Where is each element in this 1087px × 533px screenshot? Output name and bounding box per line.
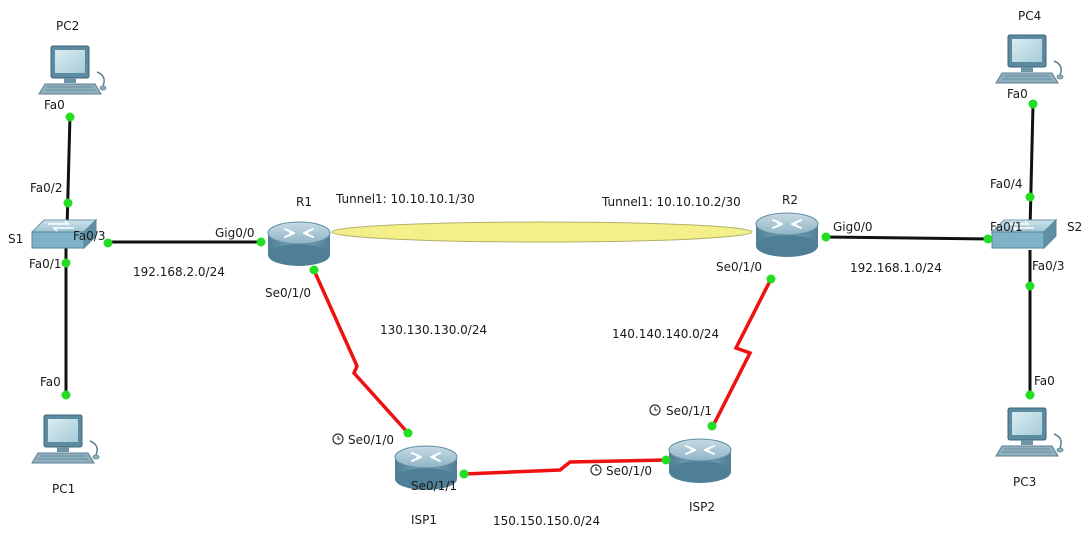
port-dot (983, 234, 993, 244)
tunnel-label-r1: Tunnel1: 10.10.10.1/30 (335, 192, 475, 206)
port-label: Se0/1/0 (348, 433, 394, 447)
port-dot (1025, 281, 1035, 291)
pc2-icon[interactable] (38, 45, 107, 95)
port-label: Fa0/4 (990, 177, 1022, 191)
device-label-s1: S1 (8, 232, 23, 246)
port-label: Fa0 (1034, 374, 1055, 388)
port-label: Se0/1/0 (265, 286, 311, 300)
serial-link-isp2-r2[interactable] (710, 278, 773, 429)
device-label-pc2: PC2 (56, 19, 79, 33)
network-label-wan3: 150.150.150.0/24 (493, 514, 600, 528)
port-dot (1025, 192, 1035, 202)
port-label: Gig0/0 (833, 220, 873, 234)
port-label: Fa0 (40, 375, 61, 389)
pc4-icon[interactable] (995, 34, 1064, 84)
port-label: Se0/1/0 (716, 260, 762, 274)
device-label-pc1: PC1 (52, 482, 75, 496)
port-dot (766, 274, 776, 284)
port-label: Se0/1/1 (666, 404, 712, 418)
device-label-pc3: PC3 (1013, 475, 1036, 489)
network-topology-diagram: PC2 PC1 PC4 PC3 S1 S2 R1 R2 ISP1 ISP2 Fa… (0, 0, 1087, 533)
network-label-wan2: 140.140.140.0/24 (612, 327, 719, 341)
router-isp2-icon[interactable] (668, 438, 732, 484)
port-label: Fa0 (1007, 87, 1028, 101)
link-pc2-s1[interactable] (65, 114, 72, 231)
port-dot (459, 469, 469, 479)
port-label: Se0/1/0 (606, 464, 652, 478)
port-label: Fa0/3 (73, 229, 105, 243)
clock-icon (332, 433, 344, 445)
port-label: Fa0/1 (990, 220, 1022, 234)
port-label: Fa0/2 (30, 181, 62, 195)
port-label: Se0/1/1 (411, 479, 457, 493)
port-dot (1028, 99, 1038, 109)
network-label-lan2: 192.168.1.0/24 (850, 261, 942, 275)
network-label-wan1: 130.130.130.0/24 (380, 323, 487, 337)
port-dot (707, 421, 717, 431)
device-label-s2: S2 (1067, 220, 1082, 234)
port-label: Fa0/1 (29, 257, 61, 271)
tunnel-label-r2: Tunnel1: 10.10.10.2/30 (601, 195, 741, 209)
port-label: Gig0/0 (215, 226, 255, 240)
link-pc4-s2[interactable] (1028, 104, 1035, 231)
clock-icon (649, 404, 661, 416)
network-label-lan1: 192.168.2.0/24 (133, 265, 225, 279)
port-dot (63, 198, 73, 208)
port-label: Fa0/3 (1032, 259, 1064, 273)
serial-link-r1-isp1[interactable] (311, 267, 410, 435)
device-label-pc4: PC4 (1018, 9, 1041, 23)
port-dot (661, 455, 671, 465)
device-label-r1: R1 (296, 195, 312, 209)
pc3-icon[interactable] (995, 407, 1064, 457)
port-label: Fa0 (44, 98, 65, 112)
port-status-indicators (61, 99, 1038, 479)
router-r2-icon[interactable] (755, 212, 819, 258)
link-r2-s2[interactable] (825, 235, 991, 241)
device-label-isp1: ISP1 (411, 513, 437, 527)
port-dot (256, 237, 266, 247)
gre-tunnel[interactable] (331, 221, 753, 243)
device-label-r2: R2 (782, 193, 798, 207)
port-dot (61, 258, 71, 268)
pc1-icon[interactable] (31, 414, 100, 464)
port-dot (61, 390, 71, 400)
port-dot (821, 232, 831, 242)
device-label-isp2: ISP2 (689, 500, 715, 514)
clock-icon (590, 464, 602, 476)
port-dot (403, 428, 413, 438)
port-dot (65, 112, 75, 122)
port-dot (1025, 390, 1035, 400)
port-dot (309, 265, 319, 275)
router-r1-icon[interactable] (267, 221, 331, 267)
